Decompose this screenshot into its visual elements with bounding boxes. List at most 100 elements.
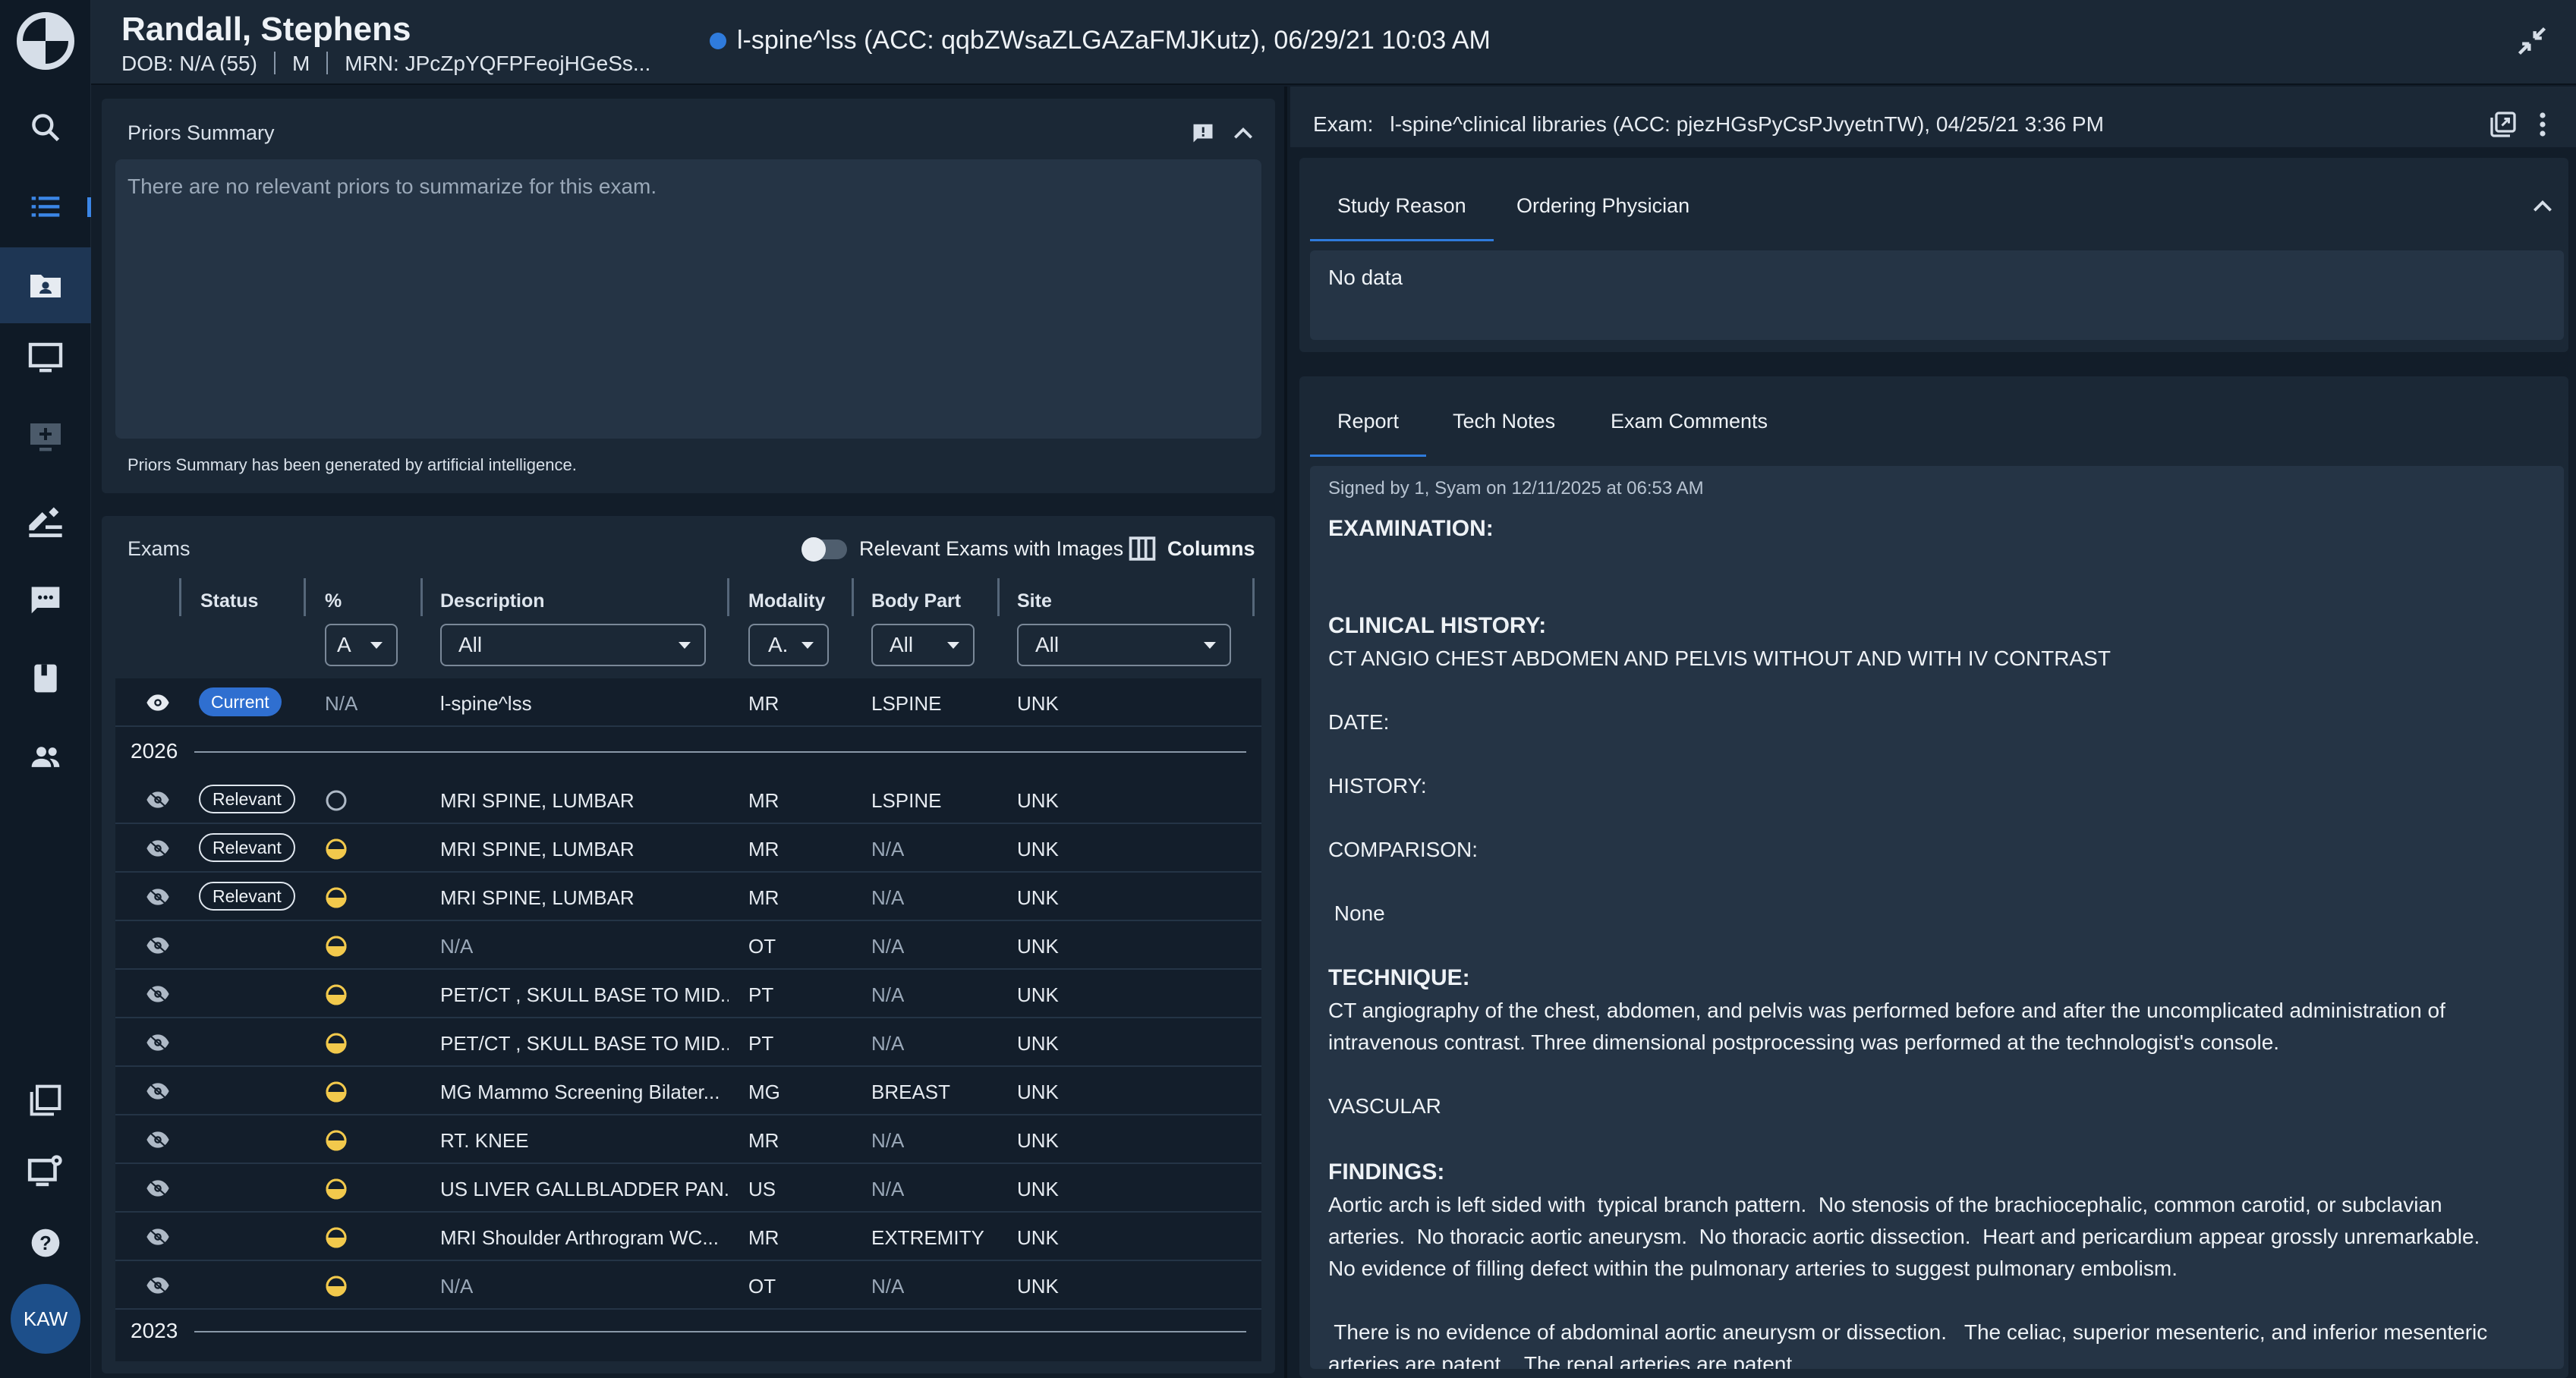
- col-divider[interactable]: [997, 578, 1000, 616]
- relevant-images-toggle[interactable]: Relevant Exams with Images: [801, 536, 1123, 562]
- percent-filter[interactable]: A: [325, 624, 398, 666]
- columns-button[interactable]: Columns: [1128, 536, 1255, 562]
- help-icon[interactable]: ?: [0, 1205, 91, 1281]
- chevron-up-icon[interactable]: [2530, 194, 2555, 219]
- book-icon[interactable]: [0, 640, 91, 716]
- eye-off-icon[interactable]: [146, 1129, 170, 1150]
- col-header-body-part[interactable]: Body Part: [871, 590, 961, 612]
- toggle-track[interactable]: [801, 536, 847, 562]
- table-row[interactable]: US LIVER GALLBLADDER PAN... US N/A UNK: [115, 1164, 1261, 1213]
- table-row[interactable]: Relevant MRI SPINE, LUMBAR MR N/A UNK: [115, 873, 1261, 921]
- search-icon[interactable]: [0, 90, 91, 165]
- more-vert-icon[interactable]: [2535, 111, 2550, 138]
- modality-cell: MR: [748, 692, 779, 715]
- table-row[interactable]: PET/CT , SKULL BASE TO MID... PT N/A UNK: [115, 970, 1261, 1018]
- monitor-icon[interactable]: [0, 320, 91, 396]
- modality-cell: MG: [748, 1081, 780, 1103]
- eye-off-icon[interactable]: [146, 838, 170, 859]
- site-filter[interactable]: All: [1017, 624, 1231, 666]
- layers-icon[interactable]: [0, 1062, 91, 1138]
- site-cell: UNK: [1017, 935, 1059, 958]
- patient-dob: DOB: N/A (55): [121, 52, 257, 75]
- status-badge: Relevant: [199, 785, 295, 813]
- patient-folder-icon[interactable]: [0, 247, 91, 323]
- col-header-percent[interactable]: %: [325, 590, 342, 612]
- description-filter[interactable]: All: [440, 624, 706, 666]
- collapse-icon[interactable]: [2515, 24, 2549, 58]
- worklist-icon[interactable]: [0, 168, 91, 244]
- table-row[interactable]: PET/CT , SKULL BASE TO MID... PT N/A UNK: [115, 1018, 1261, 1067]
- eye-off-icon[interactable]: [146, 789, 170, 810]
- eye-icon[interactable]: [146, 692, 170, 713]
- col-header-site[interactable]: Site: [1017, 590, 1052, 612]
- tab-report[interactable]: Report: [1310, 410, 1427, 457]
- progress-half-icon: [325, 1226, 348, 1249]
- priors-summary-text: There are no relevant priors to summariz…: [128, 175, 657, 198]
- body-part-filter[interactable]: All: [871, 624, 975, 666]
- date-label: DATE:: [1328, 710, 1390, 734]
- monitor-settings-icon[interactable]: [0, 1134, 91, 1210]
- eye-off-icon[interactable]: [146, 1275, 170, 1296]
- eye-off-icon[interactable]: [146, 1032, 170, 1053]
- table-row[interactable]: N/A OT N/A UNK: [115, 1261, 1261, 1310]
- body-part-cell: N/A: [871, 935, 905, 958]
- col-divider[interactable]: [727, 578, 729, 616]
- tab-study-reason[interactable]: Study Reason: [1310, 194, 1494, 241]
- edit-report-icon[interactable]: [0, 484, 91, 560]
- col-divider[interactable]: [1252, 578, 1255, 616]
- vascular-label: VASCULAR: [1328, 1094, 1441, 1118]
- clinical-history-heading: CLINICAL HISTORY:: [1328, 613, 1547, 638]
- table-row[interactable]: N/A OT N/A UNK: [115, 921, 1261, 970]
- eye-off-icon[interactable]: [146, 1226, 170, 1247]
- people-icon[interactable]: [0, 719, 91, 795]
- col-divider[interactable]: [852, 578, 854, 616]
- description-cell: l-spine^lss: [440, 692, 532, 715]
- col-header-description[interactable]: Description: [440, 590, 545, 612]
- avatar[interactable]: KAW: [11, 1284, 80, 1354]
- modality-filter[interactable]: A.: [748, 624, 829, 666]
- copy-link-icon[interactable]: [2489, 111, 2517, 138]
- table-row[interactable]: MRI Shoulder Arthrogram WC... MR EXTREMITY…: [115, 1213, 1261, 1261]
- col-header-status[interactable]: Status: [200, 590, 258, 612]
- right-exam-title: Exam: l-spine^clinical libraries (ACC: p…: [1313, 112, 2104, 137]
- progress-half-icon: [325, 1178, 348, 1200]
- pane-divider[interactable]: [1284, 87, 1287, 1378]
- logo-icon[interactable]: [0, 3, 91, 79]
- body-part-cell: LSPINE: [871, 789, 942, 812]
- eye-off-icon[interactable]: [146, 886, 170, 908]
- table-row[interactable]: Relevant MRI SPINE, LUMBAR MR N/A UNK: [115, 824, 1261, 873]
- patient-meta: DOB: N/A (55) M MRN: JPcZpYQFPFeojHGeSs.…: [121, 52, 650, 76]
- description-cell: MRI SPINE, LUMBAR: [440, 789, 635, 812]
- body-part-cell: EXTREMITY: [871, 1226, 984, 1249]
- col-divider[interactable]: [304, 578, 306, 616]
- table-row-current[interactable]: Current N/A l-spine^lss MR LSPINE UNK: [115, 678, 1261, 727]
- eye-off-icon[interactable]: [146, 983, 170, 1005]
- col-divider[interactable]: [420, 578, 423, 616]
- year-line: [194, 1331, 1246, 1332]
- table-row[interactable]: MG Mammo Screening Bilater... MG BREAST UNK: [115, 1067, 1261, 1115]
- tab-tech-notes[interactable]: Tech Notes: [1453, 410, 1555, 433]
- col-header-modality[interactable]: Modality: [748, 590, 825, 612]
- description-cell: MG Mammo Screening Bilater...: [440, 1081, 720, 1103]
- exam-status-dot: [710, 32, 726, 49]
- exams-title: Exams: [128, 537, 191, 560]
- site-cell: UNK: [1017, 838, 1059, 860]
- eye-off-icon[interactable]: [146, 1081, 170, 1102]
- table-row[interactable]: RT. KNEE MR N/A UNK: [115, 1115, 1261, 1164]
- feedback-icon[interactable]: [1192, 121, 1214, 144]
- ai-footnote: Priors Summary has been generated by art…: [128, 455, 577, 474]
- eye-off-icon[interactable]: [146, 1178, 170, 1199]
- examination-heading: EXAMINATION:: [1328, 516, 1494, 541]
- current-exam-title: l-spine^lss (ACC: qqbZWsaZLGAZaFMJKutz),…: [710, 26, 1491, 55]
- table-row[interactable]: Relevant MRI SPINE, LUMBAR MR LSPINE UNK: [115, 776, 1261, 824]
- site-cell: UNK: [1017, 1129, 1059, 1152]
- eye-off-icon[interactable]: [146, 935, 170, 956]
- col-divider[interactable]: [179, 578, 181, 616]
- chat-icon[interactable]: [0, 562, 91, 637]
- modality-cell: PT: [748, 983, 774, 1006]
- tab-ordering-physician[interactable]: Ordering Physician: [1516, 194, 1690, 218]
- chevron-up-icon[interactable]: [1231, 121, 1255, 146]
- modality-cell: MR: [748, 838, 779, 860]
- tab-exam-comments[interactable]: Exam Comments: [1611, 410, 1768, 433]
- modality-cell: OT: [748, 1275, 776, 1298]
